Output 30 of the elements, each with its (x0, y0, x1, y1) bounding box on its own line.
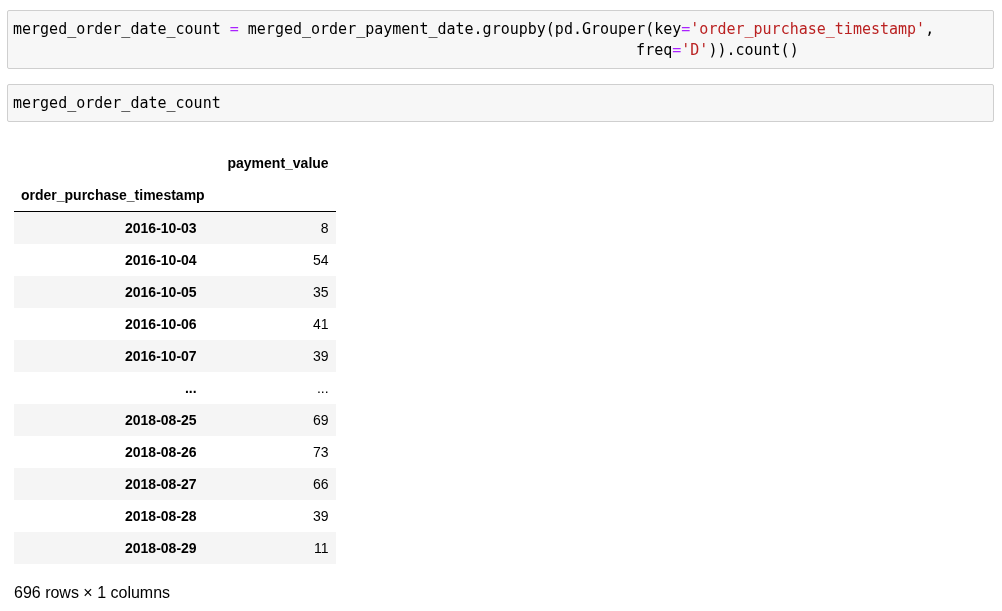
index-cell: 2016-10-05 (14, 276, 212, 308)
code-line: freq='D')).count() (635, 40, 800, 61)
index-cell: 2018-08-29 (14, 532, 212, 564)
table-cell: 39 (211, 500, 336, 532)
index-header: order_purchase_timestamp (14, 179, 212, 212)
table-cell: 39 (211, 340, 336, 372)
index-cell: 2016-10-07 (14, 340, 212, 372)
column-header: payment_value (226, 154, 330, 173)
code-cell[interactable]: merged_order_date_count (7, 84, 994, 122)
index-cell: 2018-08-26 (14, 436, 212, 468)
index-cell: 2018-08-25 (14, 404, 212, 436)
table-cell: ... (211, 372, 336, 404)
code-line: merged_order_date_count = merged_order_payment_date.groupby(pd.Grouper(key='order_purchase_timestamp', (13, 19, 936, 40)
table-cell: 11 (211, 532, 336, 564)
table-cell: 54 (211, 244, 336, 276)
index-cell: 2018-08-28 (14, 500, 212, 532)
code-line: merged_order_date_count (13, 93, 222, 114)
table-cell: 8 (211, 211, 336, 244)
table-cell: 35 (211, 276, 336, 308)
index-cell: 2016-10-06 (14, 308, 212, 340)
table-cell: 73 (211, 436, 336, 468)
table-cell: 66 (211, 468, 336, 500)
index-cell: 2018-08-27 (14, 468, 212, 500)
shape-text: 696 rows × 1 columns (14, 584, 172, 602)
index-cell: 2016-10-04 (14, 244, 212, 276)
code-cell[interactable]: merged_order_date_count = merged_order_payment_date.groupby(pd.Grouper(key='order_purchase_timestamp', freq='D')).count() (7, 10, 994, 69)
index-cell: 2016-10-03 (14, 211, 212, 244)
table-cell: 69 (211, 404, 336, 436)
index-cell: ... (14, 372, 212, 404)
table-cell: 41 (211, 308, 336, 340)
